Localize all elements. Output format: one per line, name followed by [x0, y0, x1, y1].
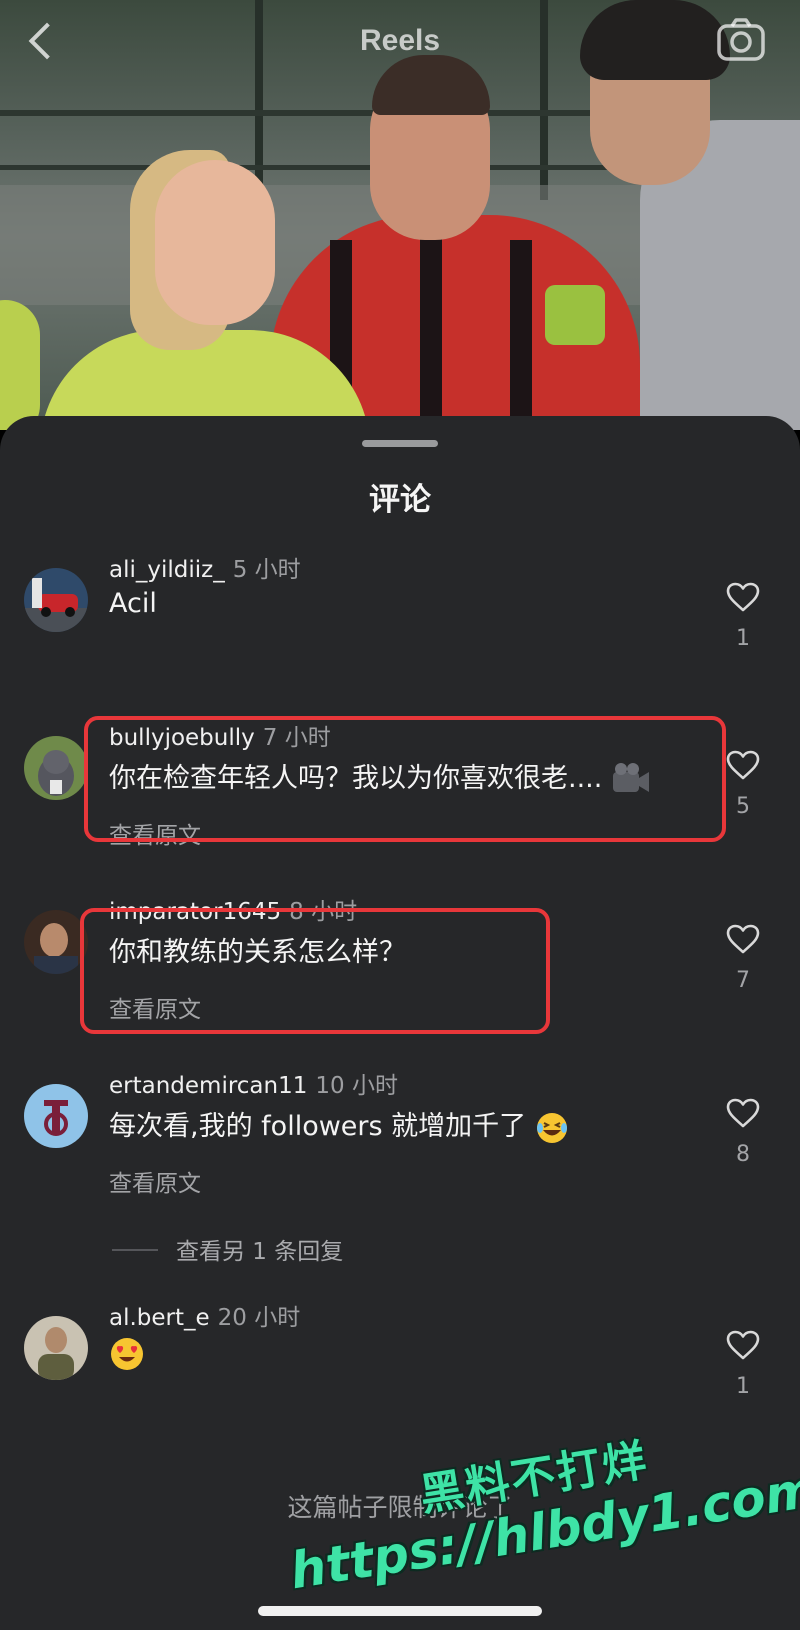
highlight-box — [80, 908, 550, 1034]
comment-time: 20 小时 — [217, 1305, 301, 1331]
heart-eyes-emoji-icon — [111, 1338, 143, 1370]
like-button[interactable]: 1 — [720, 582, 766, 682]
heart-icon — [726, 1330, 760, 1360]
comment-username[interactable]: ali_yildiiz_ — [109, 557, 225, 583]
camera-icon[interactable] — [716, 18, 766, 62]
comment-header: ali_yildiiz_ 5 小时 — [109, 550, 301, 584]
jersey-stripe — [510, 240, 532, 430]
heart-icon — [726, 582, 760, 612]
reply-divider — [112, 1249, 158, 1251]
view-replies-button[interactable]: 查看另 1 条回复 — [112, 1232, 512, 1266]
like-count: 1 — [736, 626, 750, 651]
avatar[interactable] — [24, 1084, 88, 1148]
comment-text — [109, 1336, 145, 1372]
sheet-title: 评论 — [369, 482, 431, 518]
reel-video[interactable]: Reels — [0, 0, 800, 430]
heart-icon — [726, 924, 760, 954]
see-original-link[interactable]: 查看原文 — [109, 1164, 201, 1198]
comment-time: 5 小时 — [232, 557, 301, 583]
comment-text-content: 每次看,我的 followers 就增加千了 — [109, 1111, 527, 1142]
avatar[interactable] — [24, 568, 88, 632]
like-count: 8 — [736, 1142, 750, 1167]
view-replies-label: 查看另 1 条回复 — [176, 1239, 344, 1265]
avatar[interactable] — [24, 910, 88, 974]
top-bar: Reels — [0, 0, 800, 90]
comment-header: al.bert_e 20 小时 — [109, 1298, 300, 1332]
comment-text: Acil — [109, 588, 157, 619]
comment-header: ertandemircan11 10 小时 — [109, 1066, 398, 1100]
laughing-emoji-icon — [536, 1112, 567, 1143]
comment-username[interactable]: al.bert_e — [109, 1305, 210, 1331]
like-count: 1 — [736, 1374, 750, 1399]
avatar[interactable] — [24, 736, 88, 800]
heart-icon — [726, 1098, 760, 1128]
heart-icon — [726, 750, 760, 780]
reels-title: Reels — [359, 24, 441, 57]
drag-handle[interactable] — [362, 440, 438, 447]
person-edge — [0, 300, 40, 430]
like-button[interactable]: 5 — [720, 750, 766, 850]
comment-text: 每次看,我的 followers 就增加千了 — [109, 1104, 569, 1145]
comment-time: 10 小时 — [315, 1073, 398, 1099]
highlight-box — [84, 716, 726, 842]
avatar[interactable] — [24, 1316, 88, 1380]
like-count: 7 — [736, 968, 750, 993]
person-left-head — [155, 160, 275, 325]
jersey-stripe — [420, 230, 442, 430]
like-button[interactable]: 7 — [720, 924, 766, 1024]
like-button[interactable]: 8 — [720, 1098, 766, 1198]
captain-armband — [545, 285, 605, 345]
fence-rail — [0, 165, 620, 170]
fence-rail — [0, 110, 620, 116]
like-count: 5 — [736, 794, 750, 819]
comment-username[interactable]: ertandemircan11 — [109, 1073, 307, 1099]
